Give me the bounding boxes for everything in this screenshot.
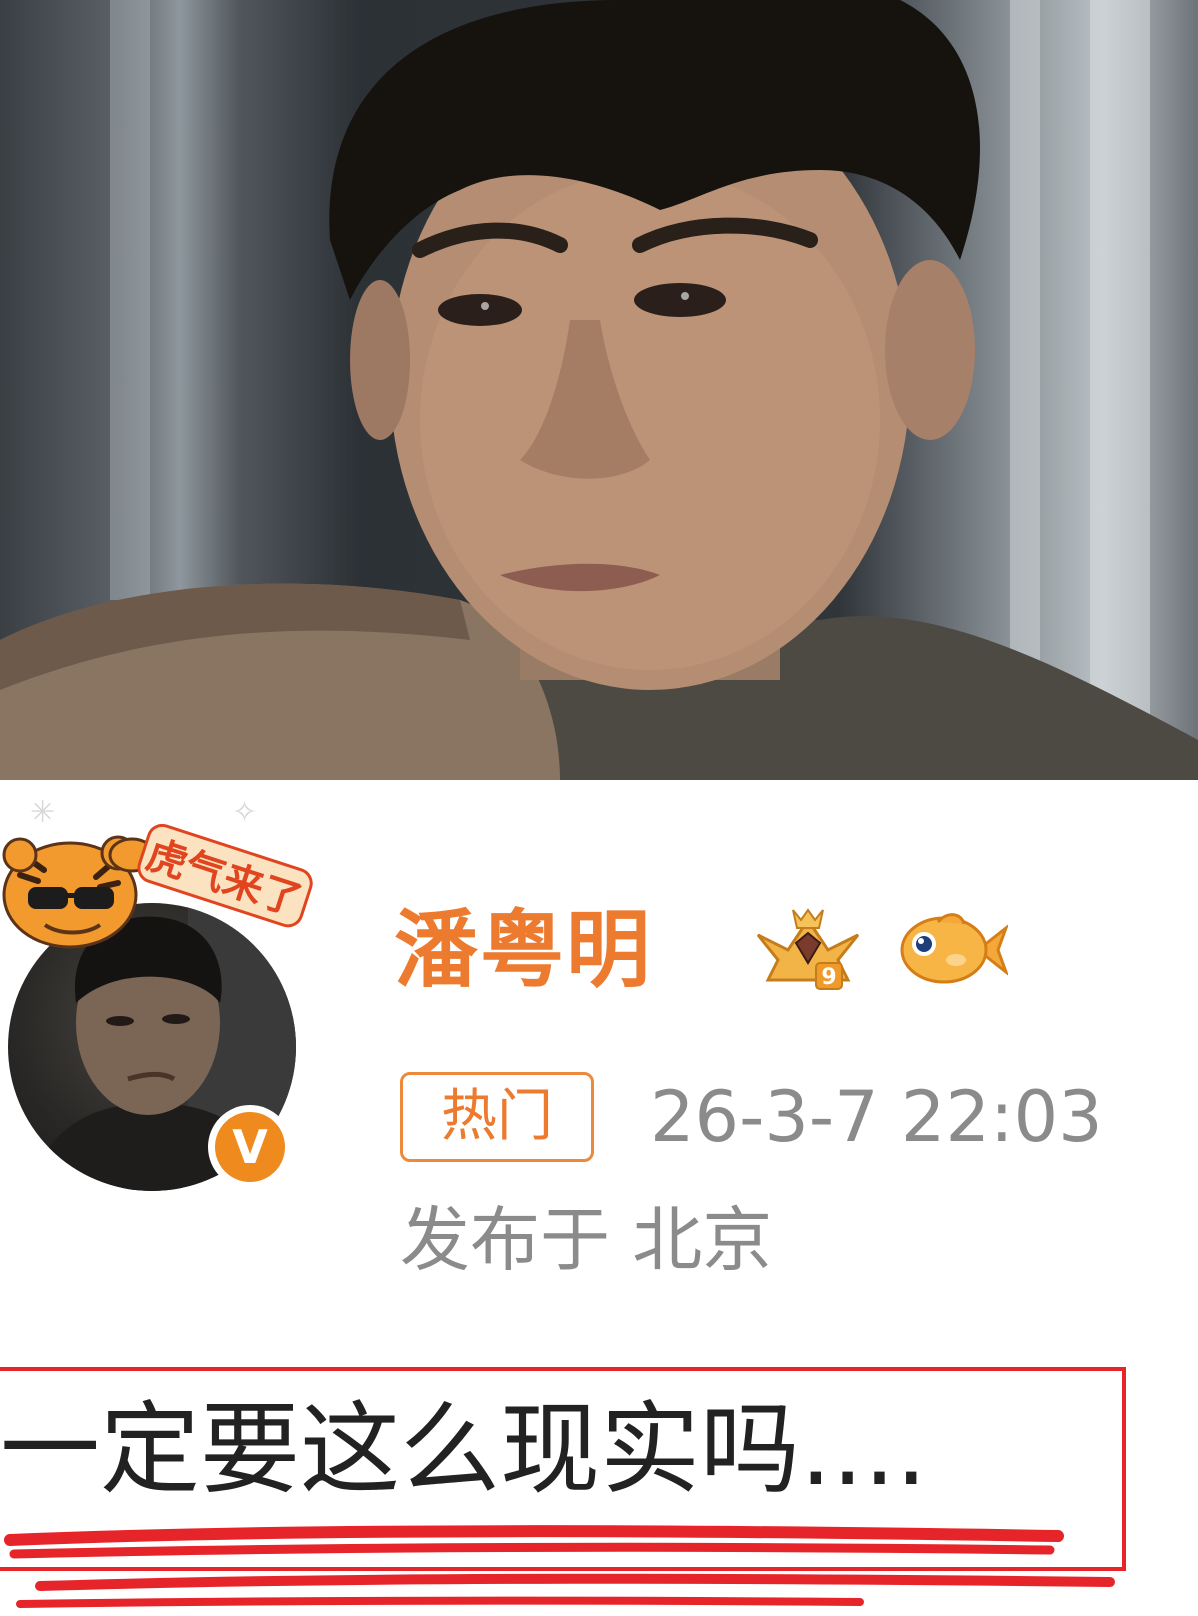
red-underline-scribble [4,1525,1115,1608]
hot-tag[interactable]: 热门 [400,1072,594,1162]
post-timestamp: 26-3-7 22:03 [650,1076,1103,1158]
crown-level-9-icon[interactable]: 9 [748,905,868,995]
tiger-avatar-frame: 虎气来了 [2,823,313,949]
verified-badge: V [208,1105,292,1189]
post-content[interactable]: 一定要这么现实吗.... [0,1390,927,1510]
goldfish-icon[interactable] [898,910,1008,990]
username[interactable]: 潘粤明 [394,900,652,1000]
portrait-photo [0,0,1198,780]
verified-v-icon: V [215,1112,285,1182]
svg-text:9: 9 [821,965,836,990]
post-location: 发布于 北京 [400,1199,773,1281]
user-avatar-container[interactable]: ✳ ✧ 虎气来了 V [0,795,320,1195]
post-image[interactable] [0,0,1198,780]
